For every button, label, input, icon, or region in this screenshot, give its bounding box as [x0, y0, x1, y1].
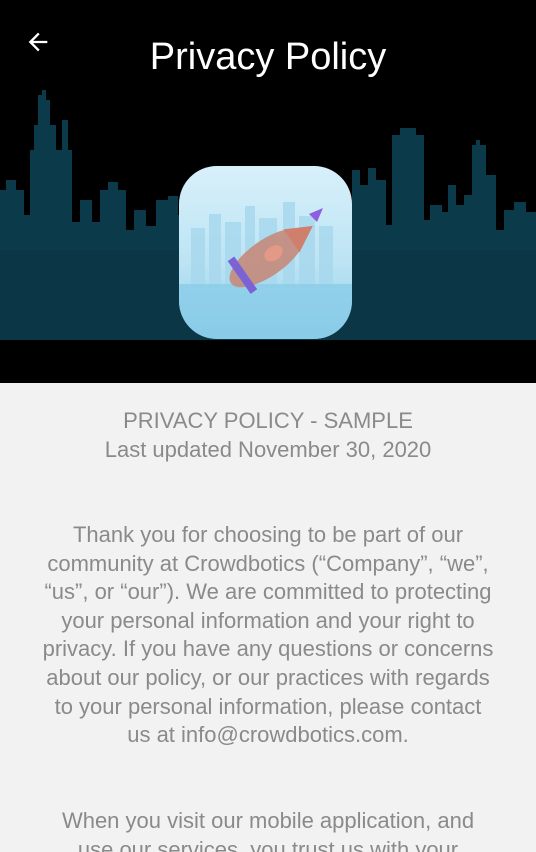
intro-paragraph: Thank you for choosing to be part of our… — [20, 521, 516, 750]
text-line: your personal information and your right… — [61, 607, 475, 633]
text-line: When you visit our mobile application, a… — [61, 808, 475, 833]
app-logo-rocket-icon — [179, 166, 352, 339]
text-line: use our services, you trust us with your — [77, 836, 459, 852]
text-line: privacy. If you have any questions or co… — [42, 636, 494, 662]
policy-content: PRIVACY POLICY - SAMPLE Last updated Nov… — [0, 383, 536, 852]
text-line: us at info@crowdbotics.com. — [127, 722, 409, 748]
policy-title: PRIVACY POLICY - SAMPLE — [123, 408, 413, 433]
last-updated-date: Last updated November 30, 2020 — [104, 436, 432, 462]
privacy-policy-screen: Privacy Policy PRIVACY POLICY - SAMPLE L… — [0, 0, 536, 852]
text-line: “us”, or “our”). We are committed to pro… — [44, 579, 492, 605]
app-header: Privacy Policy — [0, 0, 536, 110]
second-paragraph: When you visit our mobile application, a… — [20, 807, 516, 852]
policy-heading: PRIVACY POLICY - SAMPLE Last updated Nov… — [0, 407, 536, 464]
text-line: community at Crowdbotics (“Company”, “we… — [47, 550, 489, 576]
text-line: to your personal information, please con… — [54, 693, 482, 719]
hero-banner: Privacy Policy — [0, 0, 536, 383]
page-title: Privacy Policy — [149, 36, 387, 78]
text-line: Thank you for choosing to be part of our — [72, 522, 464, 547]
text-line: about our policy, or our practices with … — [46, 664, 490, 690]
app-logo-graphic — [179, 166, 352, 339]
